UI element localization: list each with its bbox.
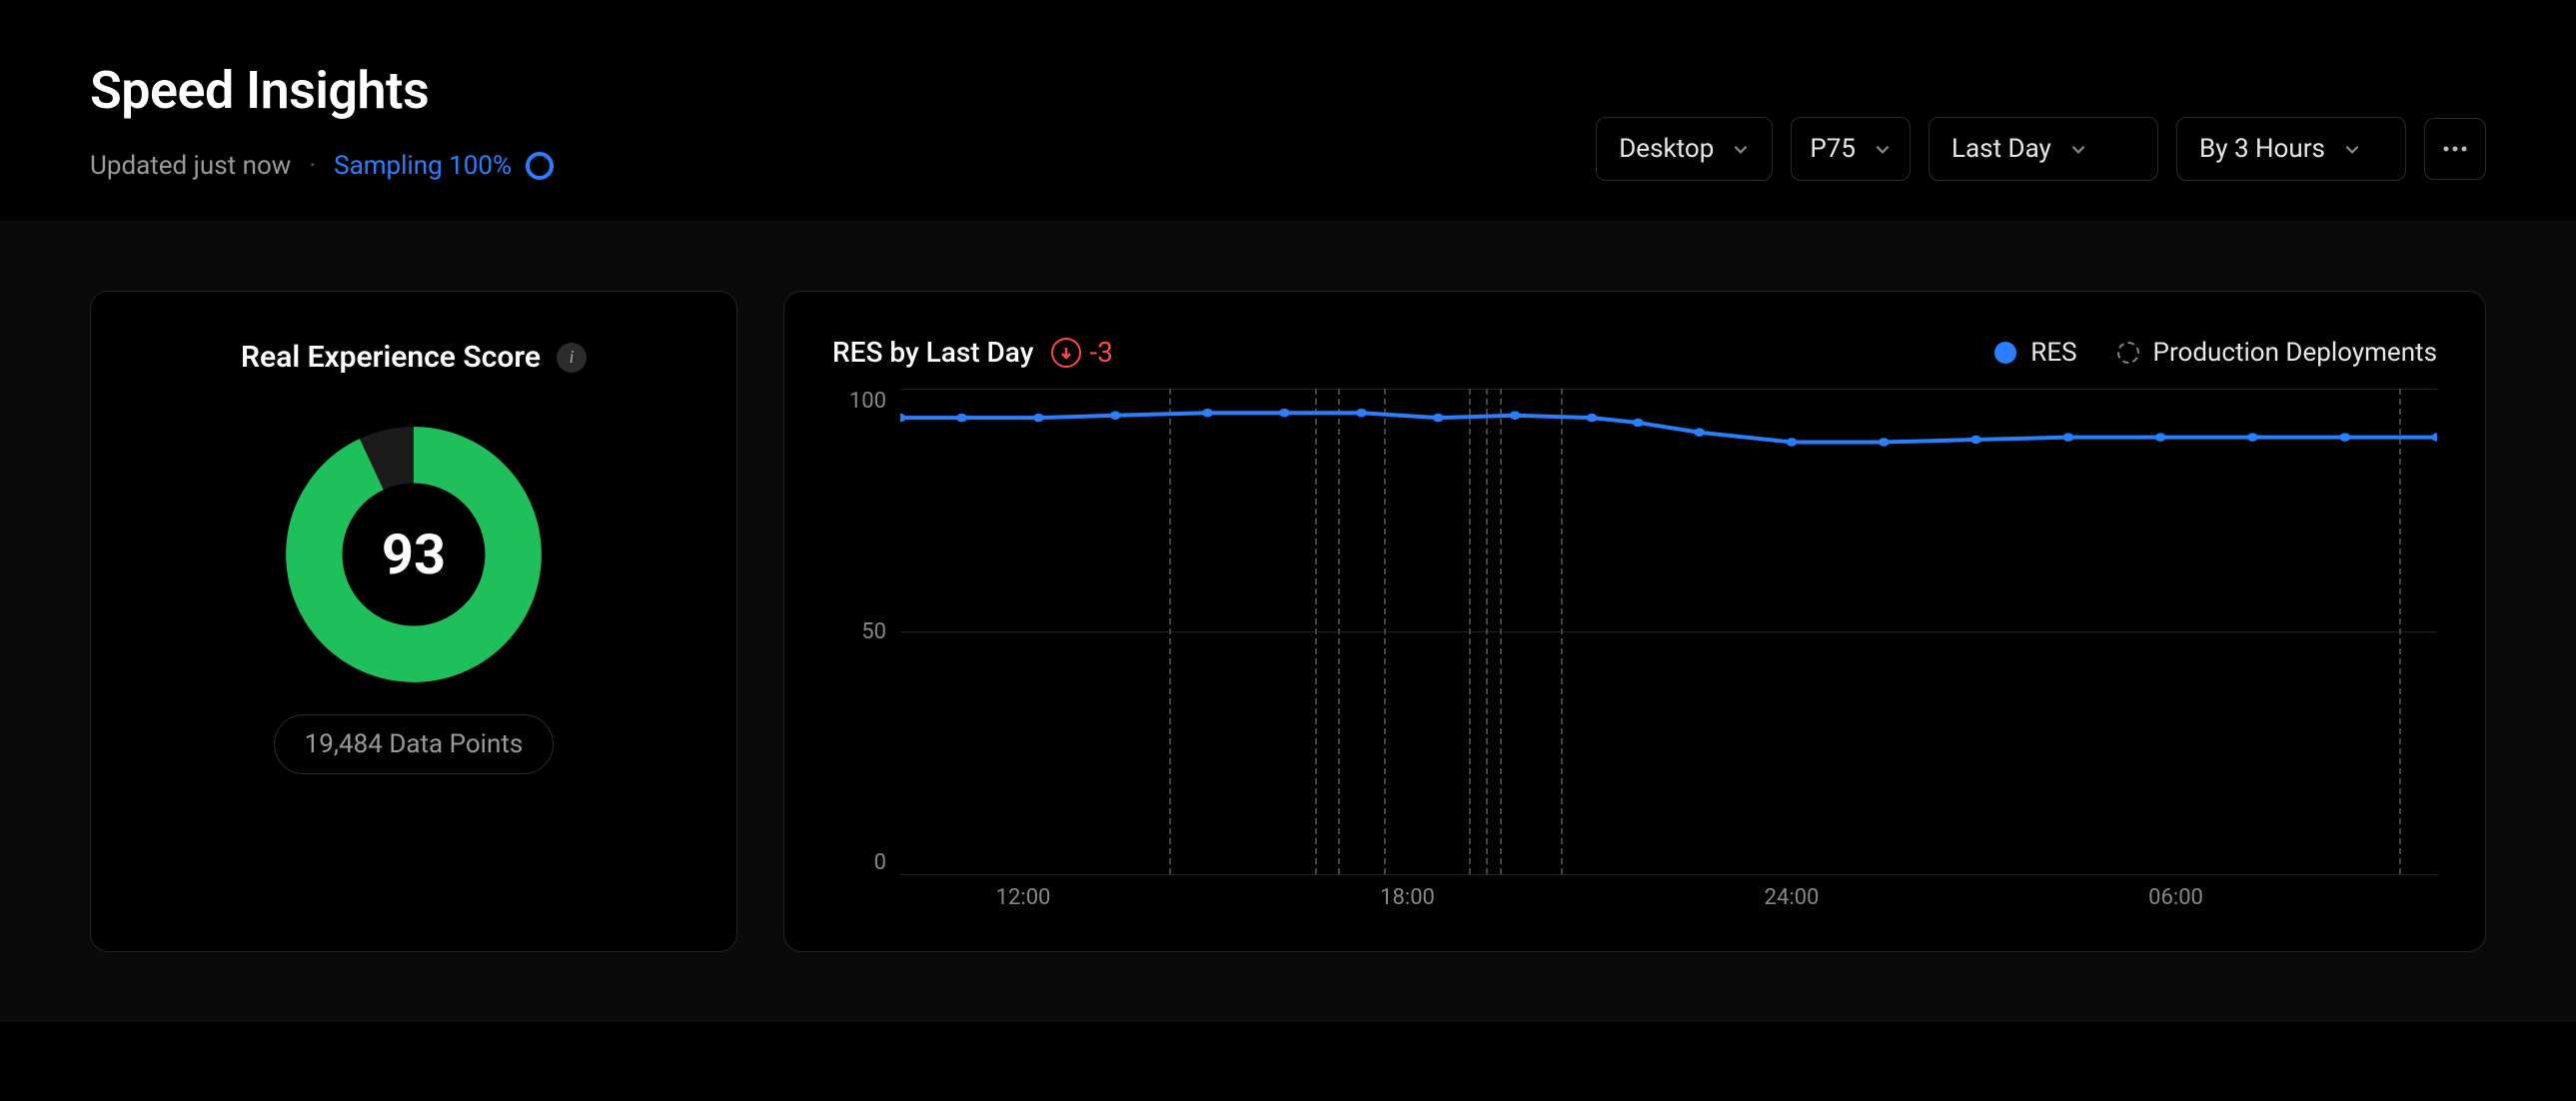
data-points-pill: 19,484 Data Points	[274, 714, 555, 774]
page-header: Speed Insights Updated just now · Sampli…	[0, 0, 2576, 221]
legend-deployments[interactable]: Production Deployments	[2117, 338, 2437, 368]
chevron-down-icon	[2069, 140, 2087, 158]
percentile-select-label: P75	[1810, 134, 1856, 164]
header-controls: Desktop P75 Last Day By 3 Hours	[1596, 117, 2486, 181]
more-icon	[2443, 146, 2467, 152]
y-axis: 100 50 0	[832, 389, 900, 915]
range-select[interactable]: Last Day	[1929, 117, 2158, 181]
y-tick: 100	[849, 389, 886, 414]
score-gauge: 93	[284, 425, 544, 684]
score-card: Real Experience Score i 93 19,484 Data P…	[90, 291, 737, 952]
header-subrow: Updated just now · Sampling 100%	[90, 151, 554, 181]
range-select-label: Last Day	[1951, 134, 2051, 164]
body-area: Real Experience Score i 93 19,484 Data P…	[0, 221, 2576, 1022]
bucket-select-label: By 3 Hours	[2199, 134, 2325, 164]
legend-deployments-label: Production Deployments	[2153, 338, 2437, 368]
sampling-link[interactable]: Sampling 100%	[334, 151, 554, 181]
res-line-svg	[900, 389, 2437, 874]
chart-title: RES by Last Day	[832, 336, 1033, 369]
device-select-label: Desktop	[1619, 134, 1714, 164]
chart-legend: RES Production Deployments	[1994, 338, 2437, 368]
updated-text: Updated just now	[90, 151, 291, 181]
sampling-label: Sampling 100%	[334, 151, 512, 181]
plot[interactable]	[900, 389, 2437, 875]
page-title: Speed Insights	[90, 60, 554, 121]
score-title-row: Real Experience Score i	[241, 340, 587, 375]
x-tick: 06:00	[2148, 885, 2203, 910]
chevron-down-icon	[1732, 140, 1750, 158]
device-select[interactable]: Desktop	[1596, 117, 1773, 181]
delta-badge: -3	[1051, 336, 1112, 369]
chart-title-row: RES by Last Day -3	[832, 336, 1113, 369]
score-value: 93	[284, 425, 544, 684]
legend-res-label: RES	[2030, 338, 2076, 368]
x-tick: 12:00	[996, 885, 1051, 910]
info-icon[interactable]: i	[557, 343, 587, 373]
y-tick: 0	[874, 850, 886, 875]
x-tick: 18:00	[1380, 885, 1435, 910]
header-left: Speed Insights Updated just now · Sampli…	[90, 60, 554, 181]
legend-swatch-res	[1994, 342, 2016, 364]
spinner-icon	[526, 152, 554, 180]
plot-wrap: 12:00 18:00 24:00 06:00	[900, 389, 2437, 915]
chart-area: 100 50 0 12:00 18:00 24:00 06:00	[832, 389, 2437, 915]
more-button[interactable]	[2424, 118, 2486, 180]
y-tick: 50	[861, 619, 886, 644]
delta-value: -3	[1089, 336, 1112, 369]
chevron-down-icon	[1874, 140, 1892, 158]
legend-swatch-deployments	[2117, 342, 2139, 364]
percentile-select[interactable]: P75	[1791, 117, 1911, 181]
separator-dot: ·	[309, 151, 316, 181]
legend-res[interactable]: RES	[1994, 338, 2076, 368]
score-title: Real Experience Score	[241, 340, 541, 375]
bucket-select[interactable]: By 3 Hours	[2176, 117, 2406, 181]
chart-header: RES by Last Day -3 RES Production Deploy…	[832, 336, 2437, 369]
chart-card: RES by Last Day -3 RES Production Deploy…	[783, 291, 2486, 952]
chevron-down-icon	[2343, 140, 2361, 158]
arrow-down-icon	[1051, 338, 1081, 368]
x-tick: 24:00	[1765, 885, 1820, 910]
x-axis: 12:00 18:00 24:00 06:00	[900, 875, 2437, 915]
